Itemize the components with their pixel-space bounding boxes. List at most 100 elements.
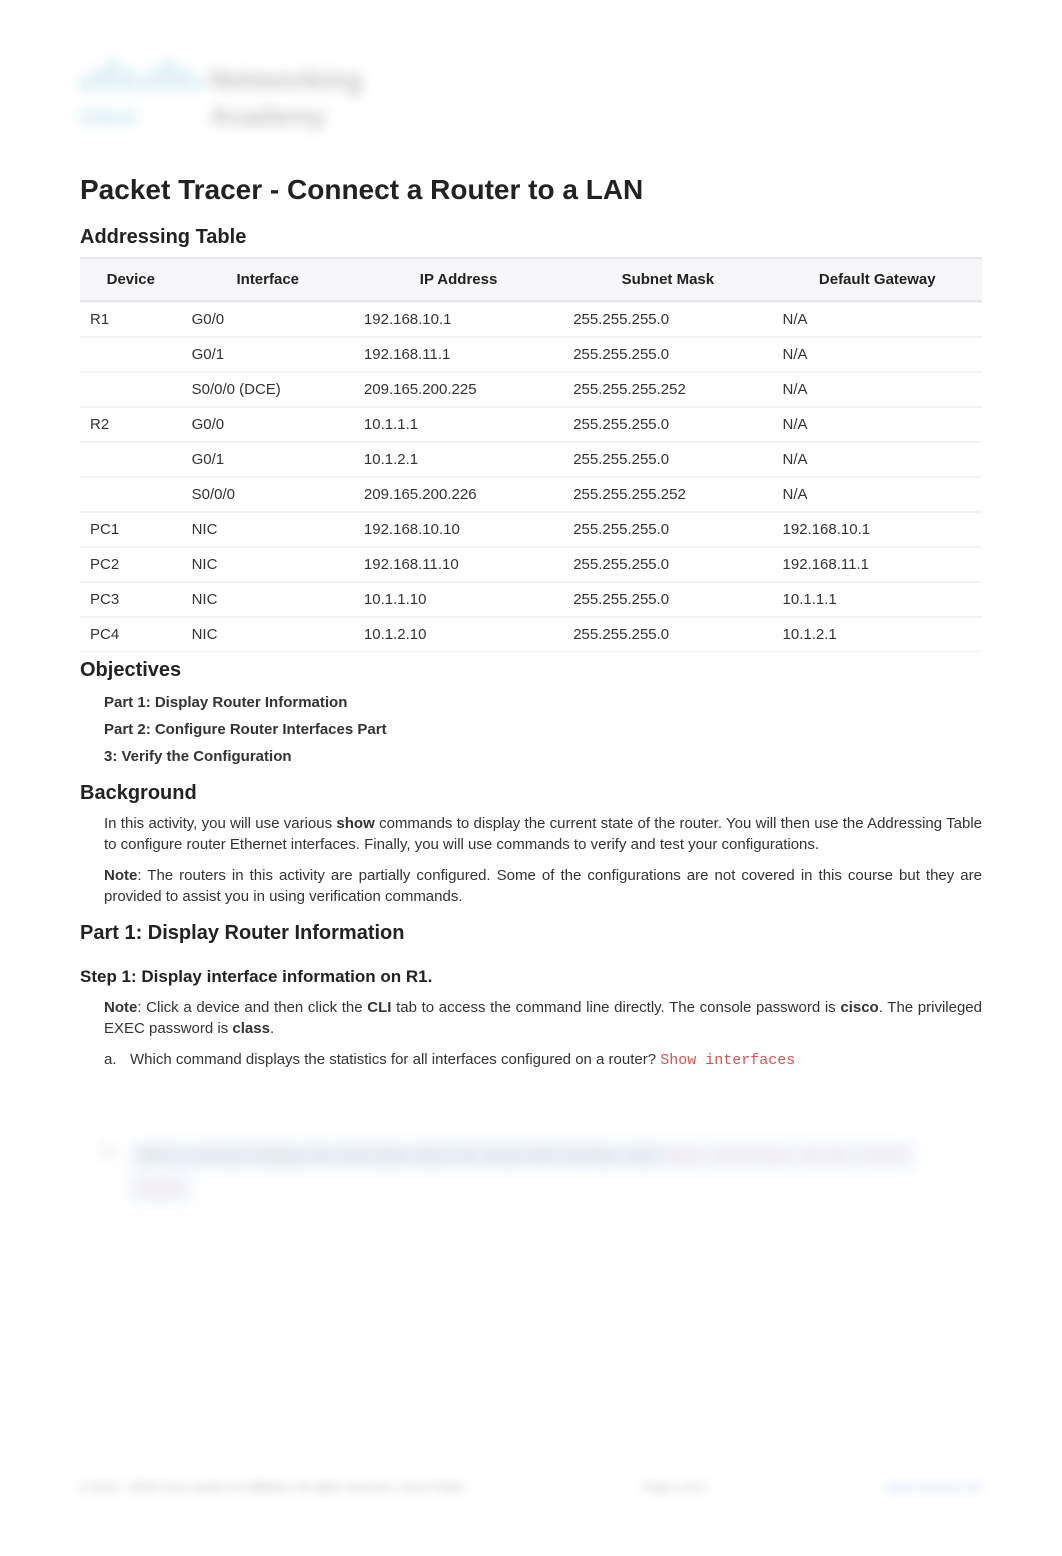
table-cell: N/A <box>773 302 982 337</box>
logo-text-line1: Networking <box>210 60 362 99</box>
table-row: PC2NIC192.168.11.10255.255.255.0192.168.… <box>80 547 982 582</box>
table-cell: 255.255.255.0 <box>563 442 772 477</box>
note-label: Note <box>104 867 137 884</box>
note-seg: . <box>270 1020 274 1037</box>
question-a: a. Which command displays the statistics… <box>104 1049 982 1071</box>
table-cell: R1 <box>80 302 182 337</box>
table-cell: 10.1.2.1 <box>354 442 563 477</box>
question-letter: b. <box>104 1141 130 1171</box>
table-cell <box>80 442 182 477</box>
page-title: Packet Tracer - Connect a Router to a LA… <box>80 170 982 209</box>
answer-text: Show interfaces <box>660 1052 795 1069</box>
table-cell <box>80 477 182 512</box>
question-text-wrap: Which command displays the statistics fo… <box>130 1049 795 1071</box>
table-row: G0/1192.168.11.1255.255.255.0N/A <box>80 337 982 372</box>
th-mask: Subnet Mask <box>563 257 772 302</box>
background-paragraph: In this activity, you will use various s… <box>104 813 982 855</box>
table-cell: NIC <box>182 547 354 582</box>
table-cell: S0/0/0 <box>182 477 354 512</box>
note-seg: tab to access the command line directly.… <box>391 999 840 1016</box>
table-cell: 255.255.255.0 <box>563 407 772 442</box>
th-device: Device <box>80 257 182 302</box>
table-cell: 255.255.255.252 <box>563 477 772 512</box>
th-interface: Interface <box>182 257 354 302</box>
cli-bold: CLI <box>367 999 391 1016</box>
background-heading: Background <box>80 779 982 807</box>
table-cell: N/A <box>773 442 982 477</box>
table-row: PC1NIC192.168.10.10255.255.255.0192.168.… <box>80 512 982 547</box>
table-cell: 255.255.255.0 <box>563 512 772 547</box>
bg-text: In this activity, you will use various <box>104 815 336 832</box>
table-cell: 209.165.200.226 <box>354 477 563 512</box>
blurred-content: b. Which command displays the informatio… <box>104 1141 982 1204</box>
table-cell: 10.1.2.10 <box>354 617 563 652</box>
objective-item: Part 2: Configure Router Interfaces Part <box>104 719 982 740</box>
table-cell <box>80 337 182 372</box>
blurred-text: Which command displays the information a… <box>138 1147 660 1164</box>
table-cell: 10.1.1.1 <box>354 407 563 442</box>
table-cell: 255.255.255.0 <box>563 617 772 652</box>
table-cell: 192.168.11.1 <box>354 337 563 372</box>
table-cell: S0/0/0 (DCE) <box>182 372 354 407</box>
logo: Networking cisco Academy <box>80 60 360 140</box>
table-cell: NIC <box>182 512 354 547</box>
question-letter: a. <box>104 1049 130 1071</box>
table-cell: 255.255.255.0 <box>563 337 772 372</box>
blurred-answer: Show interface serial 0/0/0 <box>664 1148 907 1165</box>
note-seg: : Click a device and then click the <box>137 999 367 1016</box>
table-row: R2G0/010.1.1.1255.255.255.0N/A <box>80 407 982 442</box>
table-cell: PC2 <box>80 547 182 582</box>
addressing-table-heading: Addressing Table <box>80 223 982 251</box>
objective-item: Part 1: Display Router Information <box>104 692 982 713</box>
table-cell: 10.1.1.10 <box>354 582 563 617</box>
table-cell: 209.165.200.225 <box>354 372 563 407</box>
objectives-list: Part 1: Display Router Information Part … <box>104 692 982 767</box>
bg-show-bold: show <box>336 815 374 832</box>
table-row: S0/0/0 (DCE)209.165.200.225255.255.255.2… <box>80 372 982 407</box>
note-body: : The routers in this activity are parti… <box>104 867 982 905</box>
background-note: Note: The routers in this activity are p… <box>104 865 982 907</box>
question-text: Which command displays the statistics fo… <box>130 1051 660 1068</box>
table-cell: 255.255.255.0 <box>563 582 772 617</box>
class-bold: class <box>232 1020 270 1037</box>
table-cell: PC1 <box>80 512 182 547</box>
table-cell: G0/0 <box>182 302 354 337</box>
th-ip: IP Address <box>354 257 563 302</box>
table-row: G0/110.1.2.1255.255.255.0N/A <box>80 442 982 477</box>
objective-item: 3: Verify the Configuration <box>104 746 982 767</box>
table-cell: 192.168.10.1 <box>354 302 563 337</box>
table-cell: N/A <box>773 477 982 512</box>
table-cell: R2 <box>80 407 182 442</box>
page-footer: © 2013 - 2018 Cisco and/or its affiliate… <box>80 1479 982 1496</box>
table-cell: 10.1.2.1 <box>773 617 982 652</box>
footer-left: © 2013 - 2018 Cisco and/or its affiliate… <box>80 1479 464 1496</box>
note-label: Note <box>104 999 137 1016</box>
table-cell: PC4 <box>80 617 182 652</box>
table-cell: N/A <box>773 372 982 407</box>
table-cell: G0/1 <box>182 442 354 477</box>
table-row: PC4NIC10.1.2.10255.255.255.010.1.2.1 <box>80 617 982 652</box>
table-header-row: Device Interface IP Address Subnet Mask … <box>80 257 982 302</box>
table-cell: 192.168.10.10 <box>354 512 563 547</box>
logo-text-line2: Academy <box>210 98 326 134</box>
table-cell: PC3 <box>80 582 182 617</box>
table-cell: N/A <box>773 407 982 442</box>
table-row: R1G0/0192.168.10.1255.255.255.0N/A <box>80 302 982 337</box>
table-cell: G0/0 <box>182 407 354 442</box>
table-row: S0/0/0209.165.200.226255.255.255.252N/A <box>80 477 982 512</box>
blurred-question: Which command displays the information a… <box>130 1141 915 1171</box>
footer-center: Page 1 of 4 <box>644 1479 705 1496</box>
table-cell: G0/1 <box>182 337 354 372</box>
step1-heading: Step 1: Display interface information on… <box>80 965 982 989</box>
table-cell: 255.255.255.0 <box>563 547 772 582</box>
objectives-heading: Objectives <box>80 656 982 684</box>
footer-right: www.netacad.com <box>885 1479 982 1496</box>
addressing-table: Device Interface IP Address Subnet Mask … <box>80 257 982 652</box>
logo-brand: cisco <box>80 102 136 133</box>
blurred-answer-cont: 0/0/0 <box>130 1175 191 1204</box>
table-cell: 10.1.1.1 <box>773 582 982 617</box>
table-cell: 255.255.255.252 <box>563 372 772 407</box>
table-cell: NIC <box>182 617 354 652</box>
table-cell: NIC <box>182 582 354 617</box>
table-cell: 255.255.255.0 <box>563 302 772 337</box>
